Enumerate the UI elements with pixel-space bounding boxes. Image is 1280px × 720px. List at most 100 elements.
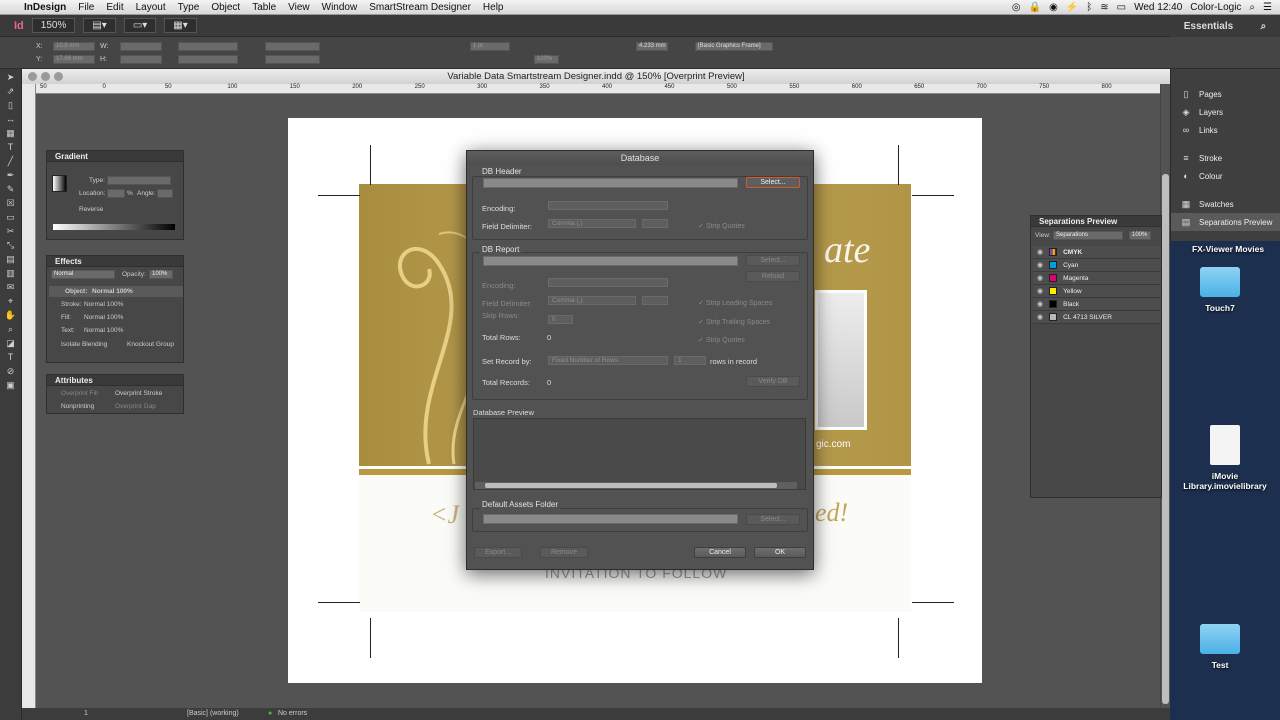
eye-icon[interactable]: ◉ xyxy=(1037,274,1043,282)
blend-mode-select[interactable]: Normal xyxy=(51,270,115,279)
default-assets-select-button[interactable]: Select... xyxy=(746,514,800,525)
scissors-tool-icon[interactable]: ✂ xyxy=(4,226,18,237)
zoom-window-icon[interactable] xyxy=(54,72,63,81)
width-field[interactable] xyxy=(120,42,162,51)
dock-item-pages[interactable]: ▯ Pages xyxy=(1171,85,1280,103)
dock-item-swatches[interactable]: ▦ Swatches xyxy=(1171,195,1280,213)
search-icon[interactable]: ⌕ xyxy=(1249,2,1255,13)
separation-row-black[interactable]: ◉ Black xyxy=(1033,298,1161,311)
gradient-feather-icon[interactable]: ▥ xyxy=(4,268,18,279)
dock-item-colour[interactable]: ◐ Colour xyxy=(1171,167,1280,185)
hand-tool-icon[interactable]: ✋ xyxy=(4,310,18,321)
reload-button[interactable]: Reload xyxy=(746,271,800,282)
report-encoding-select[interactable] xyxy=(548,278,668,287)
pencil-tool-icon[interactable]: ✎ xyxy=(4,184,18,195)
sync-icon[interactable]: ◉ xyxy=(1049,2,1058,13)
menu-type[interactable]: Type xyxy=(172,2,206,13)
gradient-swatch[interactable] xyxy=(52,175,67,192)
ok-button[interactable]: OK xyxy=(754,547,806,558)
menu-help[interactable]: Help xyxy=(477,2,510,13)
zoom-level-select[interactable]: 150% xyxy=(31,18,76,33)
x-field[interactable]: 10.8 mm xyxy=(53,42,95,51)
overprint-fill-checkbox[interactable]: Overprint Fill xyxy=(61,390,98,397)
separation-row-silver[interactable]: ◉ CL 4713 SILVER xyxy=(1033,311,1161,324)
dock-item-links[interactable]: ∞ Links xyxy=(1171,121,1280,139)
export-button[interactable]: Export... xyxy=(474,547,522,558)
scale-x-field[interactable] xyxy=(178,42,238,51)
line-tool-icon[interactable]: ╱ xyxy=(4,156,18,167)
db-report-path-field[interactable] xyxy=(483,256,738,266)
menu-file[interactable]: File xyxy=(72,2,100,13)
gradient-type-select[interactable] xyxy=(107,176,171,185)
screen-mode-tool-icon[interactable]: ▣ xyxy=(4,380,18,391)
menu-window[interactable]: Window xyxy=(316,2,364,13)
eye-icon[interactable]: ◉ xyxy=(1037,248,1043,256)
page-tool-icon[interactable]: ▯ xyxy=(4,100,18,111)
rows-per-record-field[interactable]: 1 xyxy=(674,356,706,365)
formatting-affects-icon[interactable]: T xyxy=(4,352,18,363)
database-preview-area[interactable] xyxy=(473,418,806,490)
zoom-tool-icon[interactable]: ⌕ xyxy=(4,324,18,335)
isolate-blending-checkbox[interactable]: Isolate Blending xyxy=(61,341,107,348)
pen-tool-icon[interactable]: ✒ xyxy=(4,170,18,181)
eye-icon[interactable]: ◉ xyxy=(1037,261,1043,269)
dock-item-separations[interactable]: ▤ Separations Preview xyxy=(1171,213,1280,231)
eye-icon[interactable]: ◉ xyxy=(1037,313,1043,321)
db-header-select-button[interactable]: Select... xyxy=(746,177,800,188)
view-options-icon[interactable]: ▤▾ xyxy=(83,18,116,33)
rotate-field[interactable] xyxy=(265,42,320,51)
close-window-icon[interactable] xyxy=(28,72,37,81)
rectangle-tool-icon[interactable]: ▭ xyxy=(4,212,18,223)
eyedropper-tool-icon[interactable]: ⌖ xyxy=(4,296,18,307)
report-field-delimiter-select[interactable]: Comma (,) xyxy=(548,296,636,305)
preflight-profile[interactable]: [Basic] (working) xyxy=(187,710,239,717)
free-transform-tool-icon[interactable]: ⤡ xyxy=(4,240,18,251)
page-number-field[interactable]: 1 xyxy=(84,710,88,717)
dimension-field[interactable]: 4.233 mm xyxy=(636,42,668,51)
direct-selection-tool-icon[interactable]: ⇗ xyxy=(4,86,18,97)
preflight-status[interactable]: No errors xyxy=(278,710,307,717)
dock-item-layers[interactable]: ◈ Layers xyxy=(1171,103,1280,121)
list-icon[interactable]: ☰ xyxy=(1263,2,1272,13)
menu-user[interactable]: Color-Logic xyxy=(1190,2,1241,13)
db-report-select-button[interactable]: Select... xyxy=(746,255,800,266)
cc-icon[interactable]: ◎ xyxy=(1012,2,1021,13)
minimize-window-icon[interactable] xyxy=(41,72,50,81)
strip-trailing-checkbox[interactable]: ✓ Strip Trailing Spaces xyxy=(698,318,770,326)
bluetooth-icon[interactable]: ᛒ xyxy=(1086,2,1092,13)
record-mode-select[interactable]: Fixed Number of Rows xyxy=(548,356,668,365)
overprint-stroke-checkbox[interactable]: Overprint Stroke xyxy=(115,390,162,397)
report-strip-quotes-checkbox[interactable]: ✓ Strip Quotes xyxy=(698,336,745,344)
report-field-delimiter-custom[interactable] xyxy=(642,296,668,305)
desktop-movies-label[interactable]: FX-Viewer Movies xyxy=(1176,244,1280,254)
lock-icon[interactable]: 🔒 xyxy=(1029,2,1041,13)
selection-tool-icon[interactable]: ➤ xyxy=(4,72,18,83)
overprint-gap-checkbox[interactable]: Overprint Gap xyxy=(115,403,156,410)
cancel-button[interactable]: Cancel xyxy=(694,547,746,558)
note-tool-icon[interactable]: ✉ xyxy=(4,282,18,293)
stroke-weight-field[interactable]: 1 pt xyxy=(470,42,510,51)
menu-clock[interactable]: Wed 12:40 xyxy=(1134,2,1182,13)
default-assets-path-field[interactable] xyxy=(483,514,738,524)
desktop-imovie-library[interactable]: iMovie Library.imovielibrary xyxy=(1170,425,1280,491)
gap-tool-icon[interactable]: ↔ xyxy=(4,114,18,125)
skip-rows-field[interactable]: 0 xyxy=(548,315,573,324)
knockout-group-checkbox[interactable]: Knockout Group xyxy=(127,341,174,348)
menu-edit[interactable]: Edit xyxy=(100,2,129,13)
gradient-angle-field[interactable] xyxy=(157,189,173,198)
nonprinting-checkbox[interactable]: Nonprinting xyxy=(61,403,94,410)
desktop-test-folder[interactable]: Test xyxy=(1185,624,1255,670)
separations-zoom[interactable]: 100% xyxy=(1129,231,1151,240)
menu-object[interactable]: Object xyxy=(205,2,246,13)
gradient-ramp[interactable] xyxy=(53,224,175,230)
separation-row-cyan[interactable]: ◉ Cyan xyxy=(1033,259,1161,272)
field-delimiter-custom[interactable] xyxy=(642,219,668,228)
fill-stroke-icon[interactable]: ◪ xyxy=(4,338,18,349)
menu-table[interactable]: Table xyxy=(246,2,282,13)
frame-style-select[interactable]: [Basic Graphics Frame] xyxy=(695,42,773,51)
menu-view[interactable]: View xyxy=(282,2,316,13)
menu-app-name[interactable]: InDesign xyxy=(18,2,72,13)
rectangle-frame-tool-icon[interactable]: ☒ xyxy=(4,198,18,209)
remove-button[interactable]: Remove xyxy=(540,547,588,558)
strip-leading-checkbox[interactable]: ✓ Strip Leading Spaces xyxy=(698,299,772,307)
